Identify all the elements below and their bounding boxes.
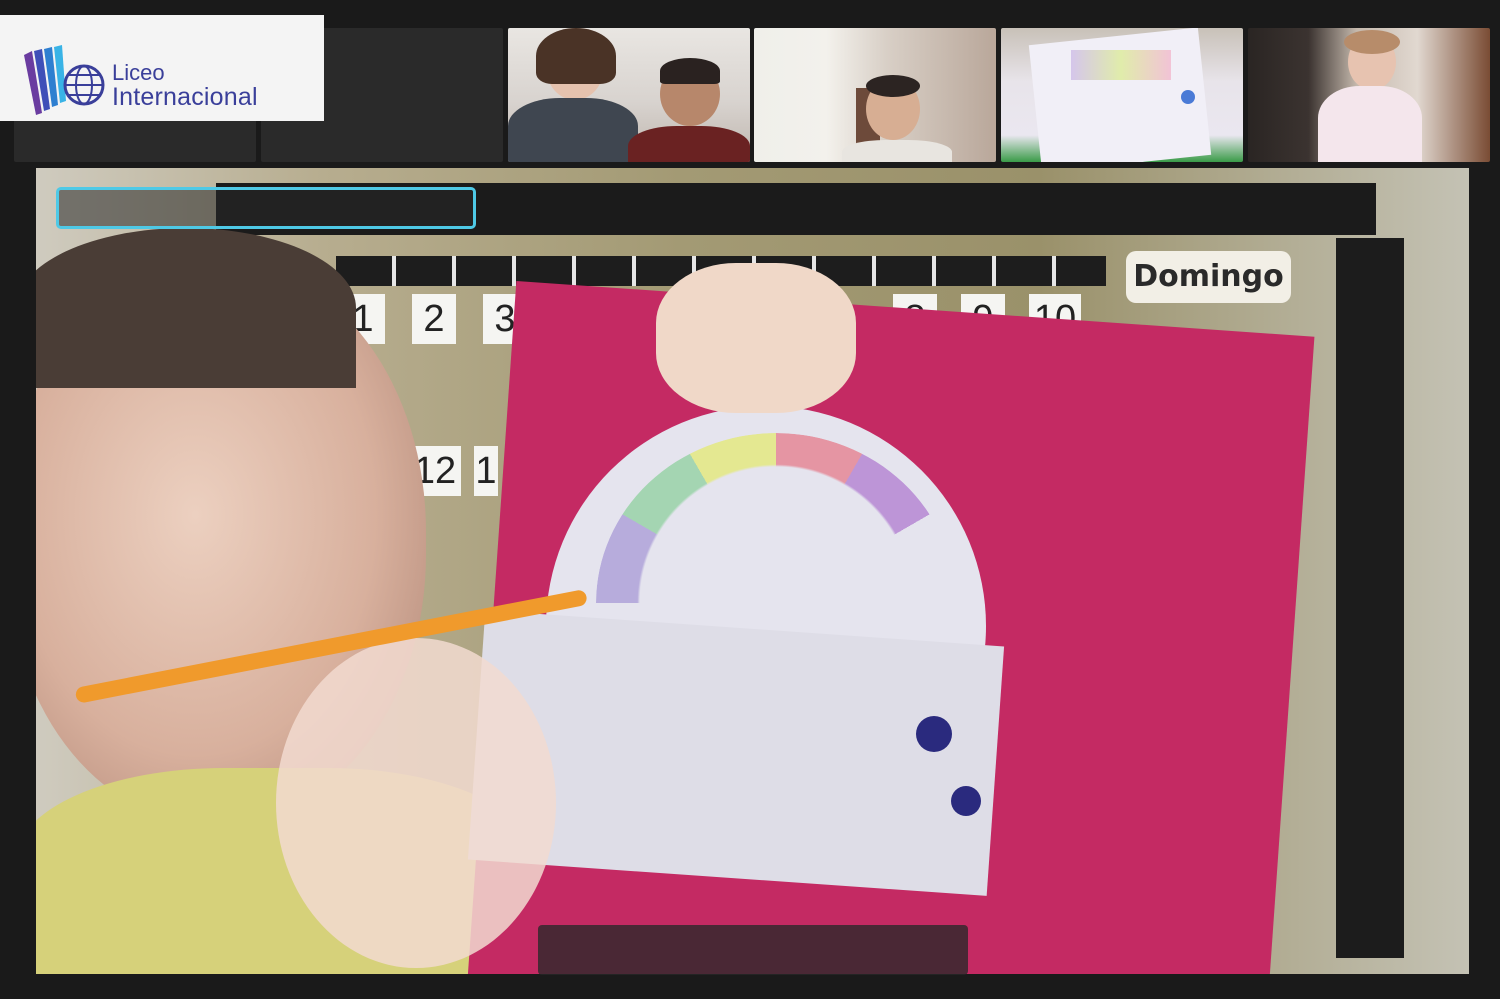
classroom-side-border — [1336, 238, 1404, 958]
day-label: Domingo — [1126, 251, 1291, 303]
participant-body — [508, 98, 638, 162]
participant-hair — [866, 75, 920, 97]
brand-logo: Liceo Internacional — [0, 15, 324, 121]
participant-tile[interactable] — [1001, 28, 1243, 162]
liceo-logo-icon — [24, 45, 105, 115]
speaker-name-label — [538, 925, 968, 975]
participant-tile[interactable] — [508, 28, 750, 162]
participant-tile[interactable] — [1248, 28, 1490, 162]
drawing-mark — [951, 786, 981, 816]
participant-body — [1318, 86, 1422, 162]
participant-hair — [1344, 30, 1400, 54]
rainbow-colors — [596, 433, 956, 773]
participant-tile[interactable] — [754, 28, 996, 162]
main-video[interactable]: 1 2 3 4 8 9 10 12 1 Domingo — [36, 168, 1469, 974]
participant-hair — [536, 28, 616, 84]
hand — [656, 263, 856, 413]
calendar-number: 1 — [474, 446, 498, 496]
drawing-mark — [916, 716, 952, 752]
hand — [276, 638, 556, 968]
participant-body — [628, 126, 750, 162]
teacher-hair — [36, 228, 356, 388]
active-speaker-tag — [56, 187, 476, 229]
participant-hair — [660, 58, 720, 84]
participant-body — [842, 140, 952, 162]
logo-text-line2: Internacional — [112, 83, 258, 111]
calendar-number: 2 — [412, 294, 456, 344]
